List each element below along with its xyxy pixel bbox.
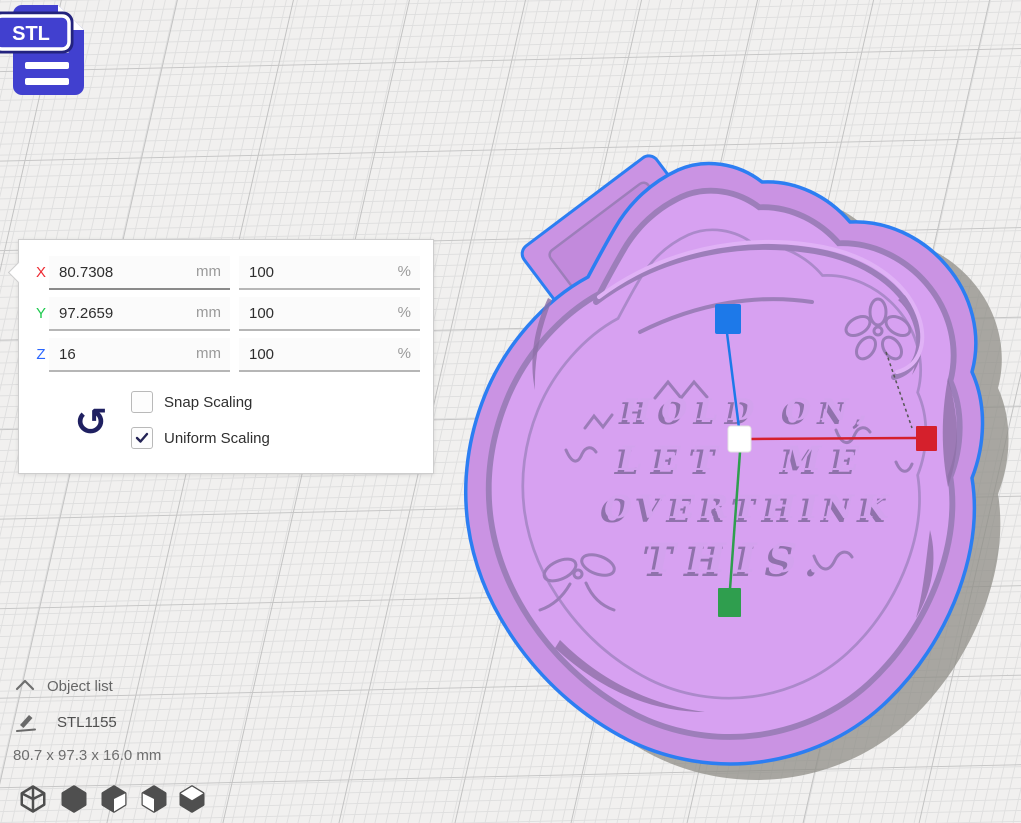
- view-right-button[interactable]: [176, 784, 208, 816]
- z-percent-input[interactable]: [239, 338, 420, 370]
- svg-text:THIS.: THIS.: [646, 535, 834, 582]
- x-mm-field[interactable]: mm: [49, 256, 230, 290]
- x-axis-line: [751, 438, 917, 439]
- snap-scaling-label: Snap Scaling: [164, 394, 252, 411]
- stl-badge-label: STL: [12, 23, 50, 45]
- snap-scaling-checkbox[interactable]: [131, 391, 153, 413]
- view-top-button[interactable]: [98, 784, 130, 816]
- z-mm-input[interactable]: [49, 338, 230, 370]
- view-3d-button[interactable]: [17, 784, 49, 816]
- x-axis-label: X: [31, 256, 51, 290]
- cube-left-face-icon: [139, 784, 169, 814]
- y-mm-input[interactable]: [49, 297, 230, 329]
- pencil-edit-icon[interactable]: [14, 710, 38, 734]
- view-front-button[interactable]: [58, 784, 90, 816]
- cube-right-face-icon: [99, 784, 129, 814]
- uniform-scaling-label: Uniform Scaling: [164, 430, 270, 447]
- z-percent-field[interactable]: %: [239, 338, 420, 372]
- checkmark-icon: [134, 430, 150, 446]
- mold-model[interactable]: HOLD ON, HOLD ON, LET ME LET ME OVERTHIN…: [466, 152, 1009, 780]
- snap-scaling-row: Snap Scaling: [131, 391, 252, 413]
- cube-solid-icon: [59, 784, 89, 814]
- y-percent-input[interactable]: [239, 297, 420, 329]
- cube-wireframe-icon: [18, 784, 48, 814]
- scale-tool-panel: X mm % Y mm % Z mm % ↺: [18, 239, 434, 474]
- chevron-up-icon[interactable]: [15, 679, 35, 691]
- model-dimensions-label: 80.7 x 97.3 x 16.0 mm: [13, 747, 161, 764]
- y-scale-handle[interactable]: [718, 588, 741, 617]
- x-percent-field[interactable]: %: [239, 256, 420, 290]
- stl-file-icon: STL: [0, 0, 92, 102]
- reset-scale-button[interactable]: ↺: [70, 400, 112, 444]
- uniform-scaling-checkbox[interactable]: [131, 427, 153, 449]
- z-scale-handle[interactable]: [715, 304, 741, 334]
- application-viewport: HOLD ON, HOLD ON, LET ME LET ME OVERTHIN…: [0, 0, 1021, 823]
- cube-top-face-icon: [177, 784, 207, 814]
- center-scale-handle[interactable]: [728, 426, 751, 452]
- svg-text:HOLD ON,: HOLD ON,: [622, 393, 877, 428]
- object-list-item-name[interactable]: STL1155: [57, 714, 117, 731]
- z-axis-label: Z: [31, 338, 51, 372]
- object-list-header[interactable]: Object list: [47, 678, 113, 695]
- svg-text:OVERTHINK: OVERTHINK: [604, 488, 896, 526]
- view-left-button[interactable]: [138, 784, 170, 816]
- y-mm-field[interactable]: mm: [49, 297, 230, 331]
- z-mm-field[interactable]: mm: [49, 338, 230, 372]
- y-axis-label: Y: [31, 297, 51, 331]
- x-scale-handle[interactable]: [916, 426, 937, 451]
- uniform-scaling-row: Uniform Scaling: [131, 427, 270, 449]
- x-mm-input[interactable]: [49, 256, 230, 288]
- x-percent-input[interactable]: [239, 256, 420, 288]
- y-percent-field[interactable]: %: [239, 297, 420, 331]
